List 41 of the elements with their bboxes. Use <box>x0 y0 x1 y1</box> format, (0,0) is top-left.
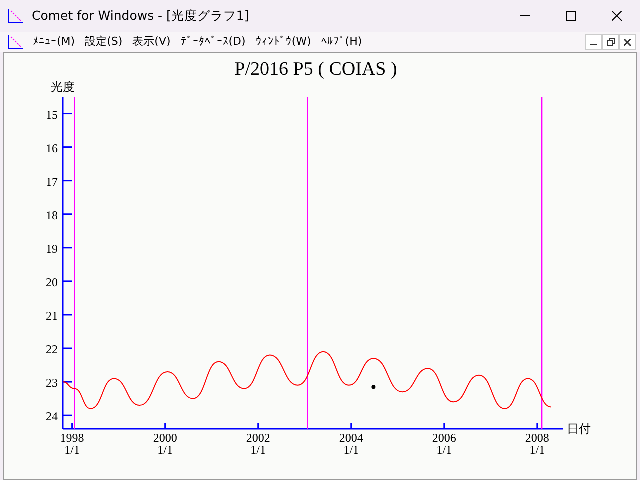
tick-label: 2004 <box>339 431 364 445</box>
tick-label: 1/1 <box>250 443 266 457</box>
tick-label: 15 <box>46 108 58 122</box>
tick-label: 23 <box>46 376 58 390</box>
chart-title: P/2016 P5 ( COIAS ) <box>234 59 398 80</box>
window-title: Comet for Windows - [光度グラフ1] <box>32 6 250 25</box>
tick-label: 1/1 <box>436 443 452 457</box>
restore-icon <box>606 38 614 46</box>
tick-label: 17 <box>46 174 58 189</box>
tick-label: 19 <box>46 242 58 256</box>
tick-label: 22 <box>46 342 58 357</box>
axis-title: 光度 <box>51 80 75 94</box>
tick-label: 21 <box>46 308 58 323</box>
close-icon <box>624 38 631 46</box>
app-icon <box>8 8 24 24</box>
maximize-icon <box>566 11 576 21</box>
tick-label: 18 <box>46 208 58 222</box>
tick-label: 16 <box>46 141 58 156</box>
restore-button[interactable] <box>602 34 619 50</box>
tick-label: 2008 <box>525 431 550 445</box>
minimize-button[interactable] <box>585 34 602 50</box>
tick-label: 2000 <box>153 431 178 445</box>
menu-item[interactable]: 設定(S) <box>80 32 128 52</box>
menu-item[interactable]: ﾃﾞｰﾀﾍﾞｰｽ(D) <box>176 32 251 52</box>
app-icon[interactable] <box>8 34 24 50</box>
tick-label: 2006 <box>432 431 456 445</box>
menu-item[interactable]: ﾒﾆｭｰ(M) <box>28 32 80 52</box>
menu-item[interactable]: ｳｨﾝﾄﾞｳ(W) <box>250 32 316 52</box>
tick-label: 2002 <box>246 431 270 445</box>
tick-label: 1/1 <box>158 443 173 457</box>
tick-label: 24 <box>46 410 58 424</box>
menu-item[interactable]: ﾍﾙﾌﾟ(H) <box>316 32 368 52</box>
tick-label: 1/1 <box>64 443 80 457</box>
tick-label: 1998 <box>60 431 84 445</box>
tick-label: 20 <box>46 275 58 290</box>
tick-label: 1/1 <box>344 443 360 457</box>
axis-title: 日付 <box>567 422 591 436</box>
tick-label: 1/1 <box>530 443 546 457</box>
close-button[interactable] <box>619 34 636 50</box>
close-icon <box>612 11 622 21</box>
menu-item[interactable]: 表示(V) <box>128 32 176 52</box>
